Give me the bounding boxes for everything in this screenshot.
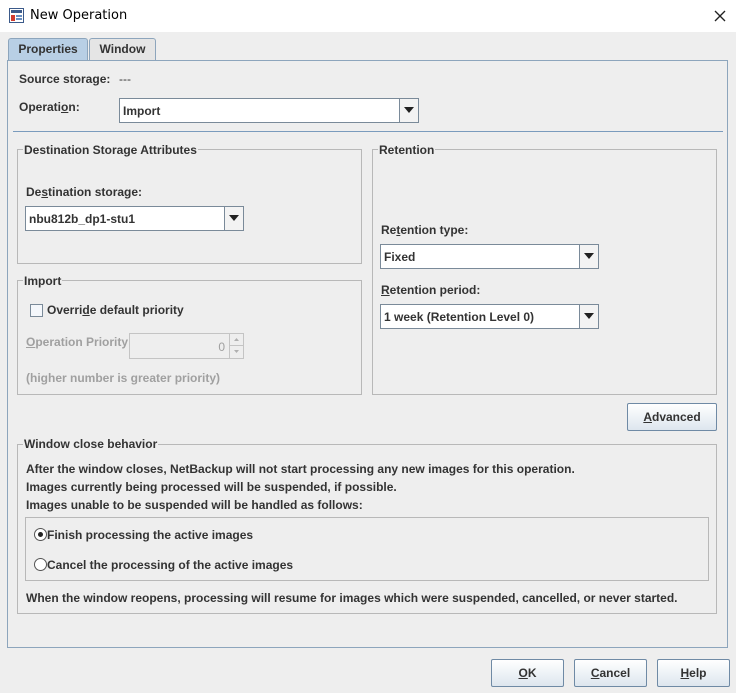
retention-type-value: Fixed — [384, 250, 416, 264]
chevron-down-icon — [584, 253, 594, 259]
window-title: New Operation — [30, 8, 128, 23]
window-close-group-title: Window close behavior — [23, 437, 159, 451]
destination-storage-value: nbu812b_dp1-stu1 — [29, 212, 136, 226]
override-priority-label[interactable]: Override default priority — [47, 303, 184, 317]
advanced-button[interactable]: Advanced — [627, 403, 717, 431]
ok-button[interactable]: OK — [491, 659, 564, 687]
chevron-down-icon — [229, 215, 239, 221]
separator — [13, 131, 723, 132]
window-close-line-2: Images currently being processed will be… — [26, 480, 397, 494]
help-button[interactable]: Help — [657, 659, 730, 687]
source-storage-label: Source storage: — [19, 72, 111, 86]
stepper-arrows — [229, 334, 243, 358]
window-close-line-1: After the window closes, NetBackup will … — [26, 462, 575, 476]
cancel-button[interactable]: Cancel — [574, 659, 647, 687]
retention-period-dropdown-button[interactable] — [579, 305, 598, 328]
destination-group-title: Destination Storage Attributes — [23, 143, 198, 157]
finish-processing-label[interactable]: Finish processing the active images — [47, 528, 253, 542]
destination-storage-label: Destination storage: — [26, 185, 143, 199]
cancel-processing-label[interactable]: Cancel the processing of the active imag… — [47, 558, 293, 572]
override-priority-checkbox[interactable] — [30, 304, 43, 317]
retention-period-label: Retention period: — [381, 283, 481, 297]
chevron-down-icon — [404, 107, 414, 113]
finish-processing-radio[interactable] — [34, 528, 47, 541]
reopen-note: When the window reopens, processing will… — [26, 591, 678, 605]
operation-priority-stepper[interactable]: 0 — [129, 333, 244, 359]
window-close-line-3: Images unable to be suspended will be ha… — [26, 498, 363, 512]
cancel-processing-radio[interactable] — [34, 558, 47, 571]
destination-storage-select[interactable]: nbu812b_dp1-stu1 — [25, 206, 244, 231]
tab-window-label: Window — [99, 42, 146, 56]
operation-dropdown-button[interactable] — [399, 99, 418, 122]
operation-value: Import — [123, 104, 161, 118]
destination-storage-dropdown-button[interactable] — [224, 207, 243, 230]
tab-properties-label: Properties — [18, 42, 78, 56]
retention-group — [372, 149, 717, 395]
chevron-down-icon — [234, 350, 239, 353]
retention-type-dropdown-button[interactable] — [579, 245, 598, 268]
priority-hint: (higher number is greater priority) — [26, 371, 221, 385]
chevron-up-icon — [234, 338, 239, 341]
tab-window[interactable]: Window — [89, 38, 156, 61]
operation-priority-value: 0 — [218, 340, 225, 354]
operation-select[interactable]: Import — [119, 98, 419, 123]
operation-label: Operation: — [19, 100, 80, 114]
app-icon — [9, 8, 24, 23]
close-icon[interactable] — [709, 5, 731, 27]
title-bar: New Operation — [0, 0, 736, 32]
retention-period-value: 1 week (Retention Level 0) — [384, 310, 535, 324]
operation-priority-label: Operation Priority — [26, 335, 129, 349]
source-storage-value: --- — [119, 72, 131, 86]
retention-group-title: Retention — [378, 143, 436, 157]
retention-type-label: Retention type: — [381, 223, 469, 237]
chevron-down-icon — [584, 313, 594, 319]
tab-properties[interactable]: Properties — [8, 38, 88, 61]
stepper-up-button[interactable] — [230, 334, 243, 346]
stepper-down-button[interactable] — [230, 346, 243, 358]
retention-period-select[interactable]: 1 week (Retention Level 0) — [380, 304, 599, 329]
retention-type-select[interactable]: Fixed — [380, 244, 599, 269]
import-group-title: Import — [23, 274, 63, 288]
